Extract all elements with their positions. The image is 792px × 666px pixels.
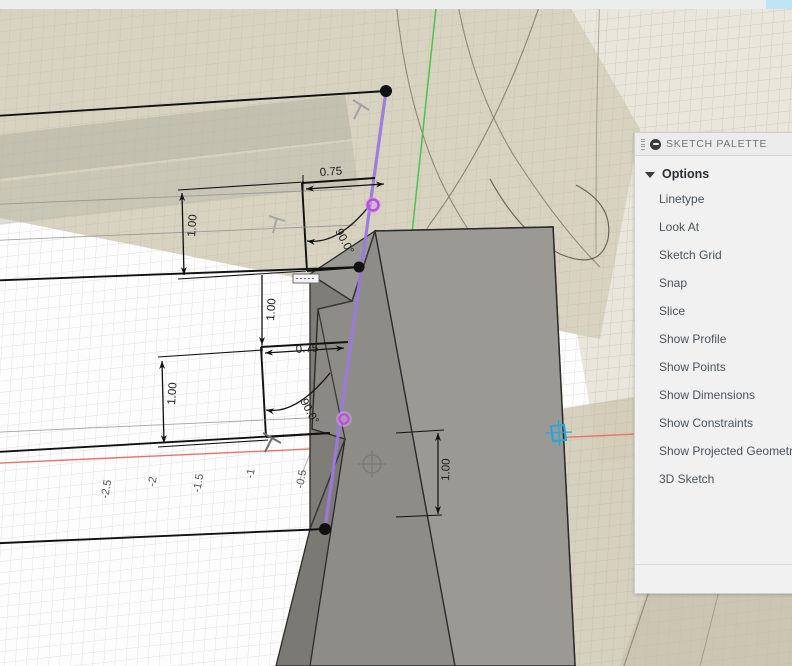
highlighted-point-upper[interactable] — [365, 197, 381, 213]
minus-circle-icon[interactable] — [650, 138, 661, 150]
dimension-value: 0.75 — [319, 165, 342, 179]
drag-grip-icon[interactable] — [641, 138, 645, 150]
sketch-point-top[interactable] — [380, 85, 392, 97]
solid-body[interactable] — [275, 226, 576, 666]
top-window-strip — [0, 0, 792, 9]
ruler-label: -1 — [244, 468, 258, 480]
palette-option-sketch-grid[interactable]: Sketch Grid — [635, 241, 792, 269]
palette-option-show-projected-geometries[interactable]: Show Projected Geometries — [635, 437, 792, 465]
palette-option-linetype[interactable]: Linetype — [635, 185, 792, 213]
dimension-value: 1.00 — [440, 458, 453, 481]
palette-option-look-at[interactable]: Look At — [635, 213, 792, 241]
palette-option-3d-sketch[interactable]: 3D Sketch — [635, 465, 792, 493]
palette-option-slice[interactable]: Slice — [635, 297, 792, 325]
palette-section-options[interactable]: Options — [635, 163, 792, 185]
ruler-label: -2 — [146, 476, 160, 488]
palette-title: SKETCH PALETTE — [666, 138, 768, 150]
palette-option-show-dimensions[interactable]: Show Dimensions — [635, 381, 792, 409]
highlighted-point-lower[interactable] — [336, 411, 352, 427]
constraint-horizontal-icon[interactable] — [292, 273, 320, 284]
sketch-point-bottom[interactable] — [319, 523, 331, 535]
palette-option-snap[interactable]: Snap — [635, 269, 792, 297]
palette-header[interactable]: SKETCH PALETTE — [635, 133, 792, 156]
triangle-down-icon[interactable] — [645, 171, 655, 178]
application-window: 1.00 0.75 90.0° 1.00 1.00 0.75 90.0° 1.0… — [0, 0, 792, 666]
sketch-point-middle[interactable] — [353, 261, 365, 273]
sketch-palette-panel[interactable]: SKETCH PALETTE Options Linetype Look At … — [634, 132, 792, 594]
palette-section-label: Options — [662, 167, 710, 181]
palette-footer — [635, 564, 792, 593]
dimension-value: 1.00 — [265, 298, 279, 321]
palette-option-show-profile[interactable]: Show Profile — [635, 325, 792, 353]
palette-body: Options Linetype Look At Sketch Grid Sna… — [635, 156, 792, 493]
palette-option-show-points[interactable]: Show Points — [635, 353, 792, 381]
dimension-value: 1.00 — [186, 214, 200, 237]
palette-option-show-constraints[interactable]: Show Constraints — [635, 409, 792, 437]
tab-accent-indicator[interactable] — [766, 0, 792, 9]
dimension-value: 0.75 — [295, 342, 318, 356]
dimension-value: 1.00 — [166, 382, 180, 405]
